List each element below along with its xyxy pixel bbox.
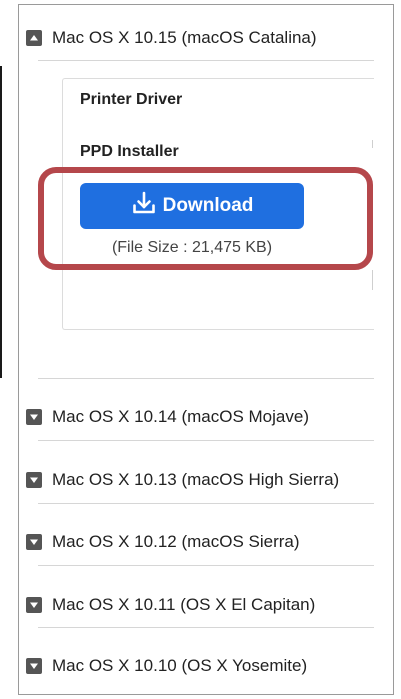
accordion-label: Mac OS X 10.13 (macOS High Sierra) bbox=[52, 470, 340, 489]
accordion-header-catalina[interactable]: Mac OS X 10.15 (macOS Catalina) bbox=[26, 23, 317, 53]
accordion-label: Mac OS X 10.11 (OS X El Capitan) bbox=[52, 595, 316, 614]
accordion-header-yosemite[interactable]: Mac OS X 10.10 (OS X Yosemite) bbox=[26, 651, 307, 681]
divider bbox=[38, 503, 374, 504]
divider bbox=[38, 440, 374, 441]
download-icon bbox=[131, 190, 163, 222]
accordion-label: Mac OS X 10.15 (macOS Catalina) bbox=[52, 28, 317, 47]
accordion-header-high-sierra[interactable]: Mac OS X 10.13 (macOS High Sierra) bbox=[26, 465, 339, 495]
section-title-ppd-installer[interactable]: PPD Installer bbox=[80, 143, 179, 161]
left-border-line bbox=[0, 66, 2, 378]
expand-icon bbox=[26, 534, 42, 550]
accordion-label: Mac OS X 10.14 (macOS Mojave) bbox=[52, 407, 309, 426]
section-title-printer-driver[interactable]: Printer Driver bbox=[80, 91, 182, 109]
accordion-header-sierra[interactable]: Mac OS X 10.12 (macOS Sierra) bbox=[26, 527, 300, 557]
scroll-tick bbox=[372, 140, 373, 148]
divider bbox=[38, 565, 374, 566]
divider bbox=[38, 627, 374, 628]
expand-icon bbox=[26, 472, 42, 488]
collapse-icon bbox=[26, 30, 42, 46]
accordion-header-mojave[interactable]: Mac OS X 10.14 (macOS Mojave) bbox=[26, 402, 309, 432]
file-size-text: (File Size : 21,475 KB) bbox=[111, 239, 273, 256]
divider bbox=[38, 60, 374, 61]
scroll-tick bbox=[372, 270, 373, 290]
accordion-label: Mac OS X 10.10 (OS X Yosemite) bbox=[52, 656, 308, 675]
accordion-label: Mac OS X 10.12 (macOS Sierra) bbox=[52, 532, 300, 551]
divider bbox=[38, 378, 374, 379]
download-button[interactable]: Download bbox=[80, 183, 304, 229]
expand-icon bbox=[26, 658, 42, 674]
expand-icon bbox=[26, 597, 42, 613]
expand-icon bbox=[26, 409, 42, 425]
accordion-header-el-capitan[interactable]: Mac OS X 10.11 (OS X El Capitan) bbox=[26, 590, 315, 620]
download-button-label: Download bbox=[162, 195, 254, 216]
